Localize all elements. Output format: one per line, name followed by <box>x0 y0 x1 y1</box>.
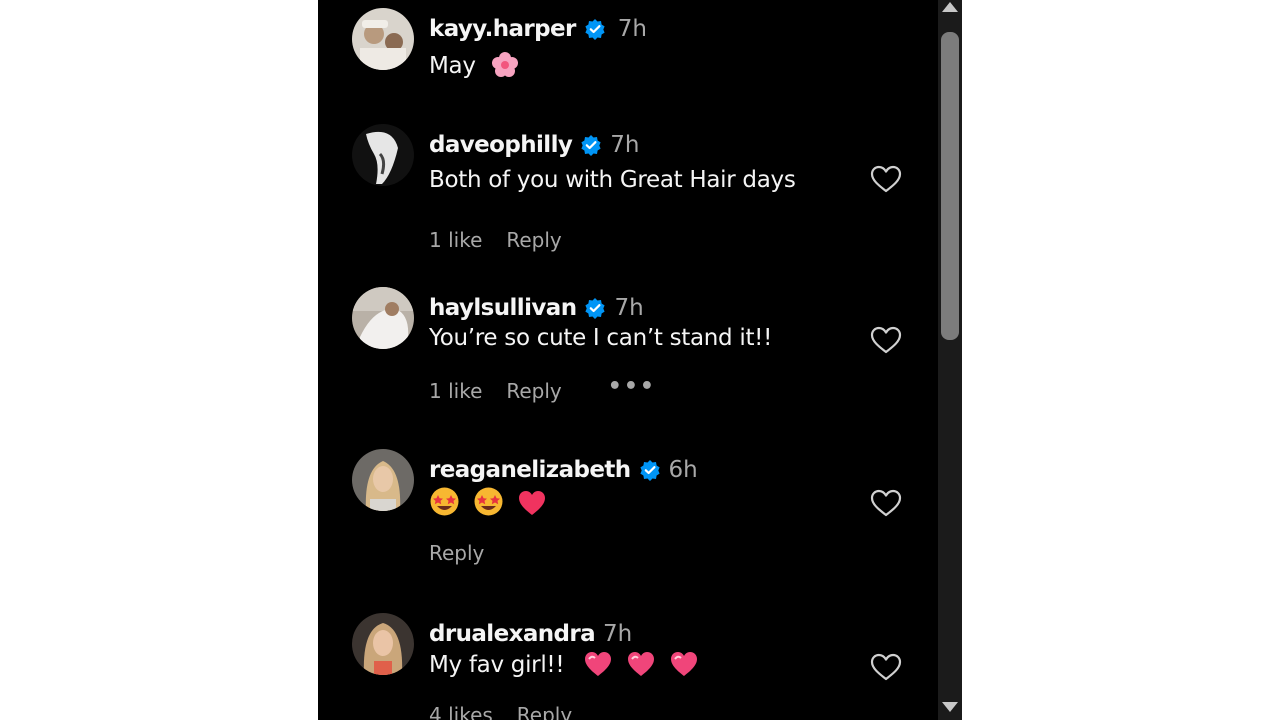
like-count[interactable]: 1 like <box>429 228 482 252</box>
beating-heart-emoji-icon <box>626 650 656 684</box>
timestamp[interactable]: 7h <box>603 621 632 647</box>
like-heart-icon[interactable] <box>869 652 903 682</box>
star-struck-emoji-icon <box>473 486 504 523</box>
timestamp[interactable]: 7h <box>614 295 643 321</box>
like-heart-icon[interactable] <box>869 488 903 518</box>
username[interactable]: haylsullivan 7h <box>429 295 644 321</box>
timestamp[interactable]: 7h <box>610 132 639 158</box>
comment-text-content: May <box>429 53 476 79</box>
username-text[interactable]: drualexandra <box>429 621 596 647</box>
comment-text: My fav girl!! <box>429 650 705 684</box>
comment-text: May <box>429 51 525 85</box>
avatar[interactable] <box>352 124 414 186</box>
star-struck-emoji-icon <box>429 486 460 523</box>
avatar[interactable] <box>352 287 414 349</box>
verified-badge-icon <box>639 459 661 481</box>
username-text[interactable]: daveophilly <box>429 132 573 158</box>
avatar[interactable] <box>352 449 414 511</box>
verified-badge-icon <box>584 18 606 40</box>
reply-button[interactable]: Reply <box>506 228 561 252</box>
vertical-scrollbar[interactable] <box>938 0 962 720</box>
like-heart-icon[interactable] <box>869 164 903 194</box>
beating-heart-emoji-icon <box>669 650 699 684</box>
verified-badge-icon <box>584 297 606 319</box>
reply-button[interactable]: Reply <box>517 703 572 720</box>
comment-text <box>429 486 553 523</box>
avatar[interactable] <box>352 8 414 70</box>
username[interactable]: drualexandra 7h <box>429 621 632 647</box>
reply-button[interactable]: Reply <box>429 541 484 565</box>
comment-text: You’re so cute I can’t stand it!! <box>429 325 773 351</box>
timestamp[interactable]: 6h <box>669 457 698 483</box>
timestamp[interactable]: 7h <box>618 16 647 42</box>
username-text[interactable]: kayy.harper <box>429 16 576 42</box>
comment-text: Both of you with Great Hair days <box>429 167 796 193</box>
reply-button[interactable]: Reply <box>506 379 561 403</box>
flower-emoji-icon <box>491 51 519 85</box>
username-text[interactable]: haylsullivan <box>429 295 577 321</box>
username-text[interactable]: reaganelizabeth <box>429 457 631 483</box>
like-count[interactable]: 1 like <box>429 379 482 403</box>
scrollbar-thumb[interactable] <box>941 32 959 340</box>
red-heart-emoji-icon <box>517 489 547 523</box>
like-heart-icon[interactable] <box>869 325 903 355</box>
beating-heart-emoji-icon <box>583 650 613 684</box>
avatar[interactable] <box>352 613 414 675</box>
comment-actions: 4 likes Reply <box>429 703 572 720</box>
more-options-button[interactable]: ••• <box>608 374 656 399</box>
comment-text-content: My fav girl!! <box>429 652 565 678</box>
scroll-up-arrow-icon[interactable] <box>942 2 958 12</box>
username[interactable]: kayy.harper 7h <box>429 16 647 42</box>
verified-badge-icon <box>580 134 602 156</box>
comment-actions: Reply <box>429 541 484 565</box>
scroll-down-arrow-icon[interactable] <box>942 702 958 712</box>
comment-actions: 1 like Reply <box>429 228 562 252</box>
comments-panel: kayy.harper 7h May daveophilly 7h Both o… <box>318 0 938 720</box>
comment-actions: 1 like Reply ••• <box>429 374 656 404</box>
username[interactable]: reaganelizabeth 6h <box>429 457 698 483</box>
like-count[interactable]: 4 likes <box>429 703 493 720</box>
username[interactable]: daveophilly 7h <box>429 132 639 158</box>
